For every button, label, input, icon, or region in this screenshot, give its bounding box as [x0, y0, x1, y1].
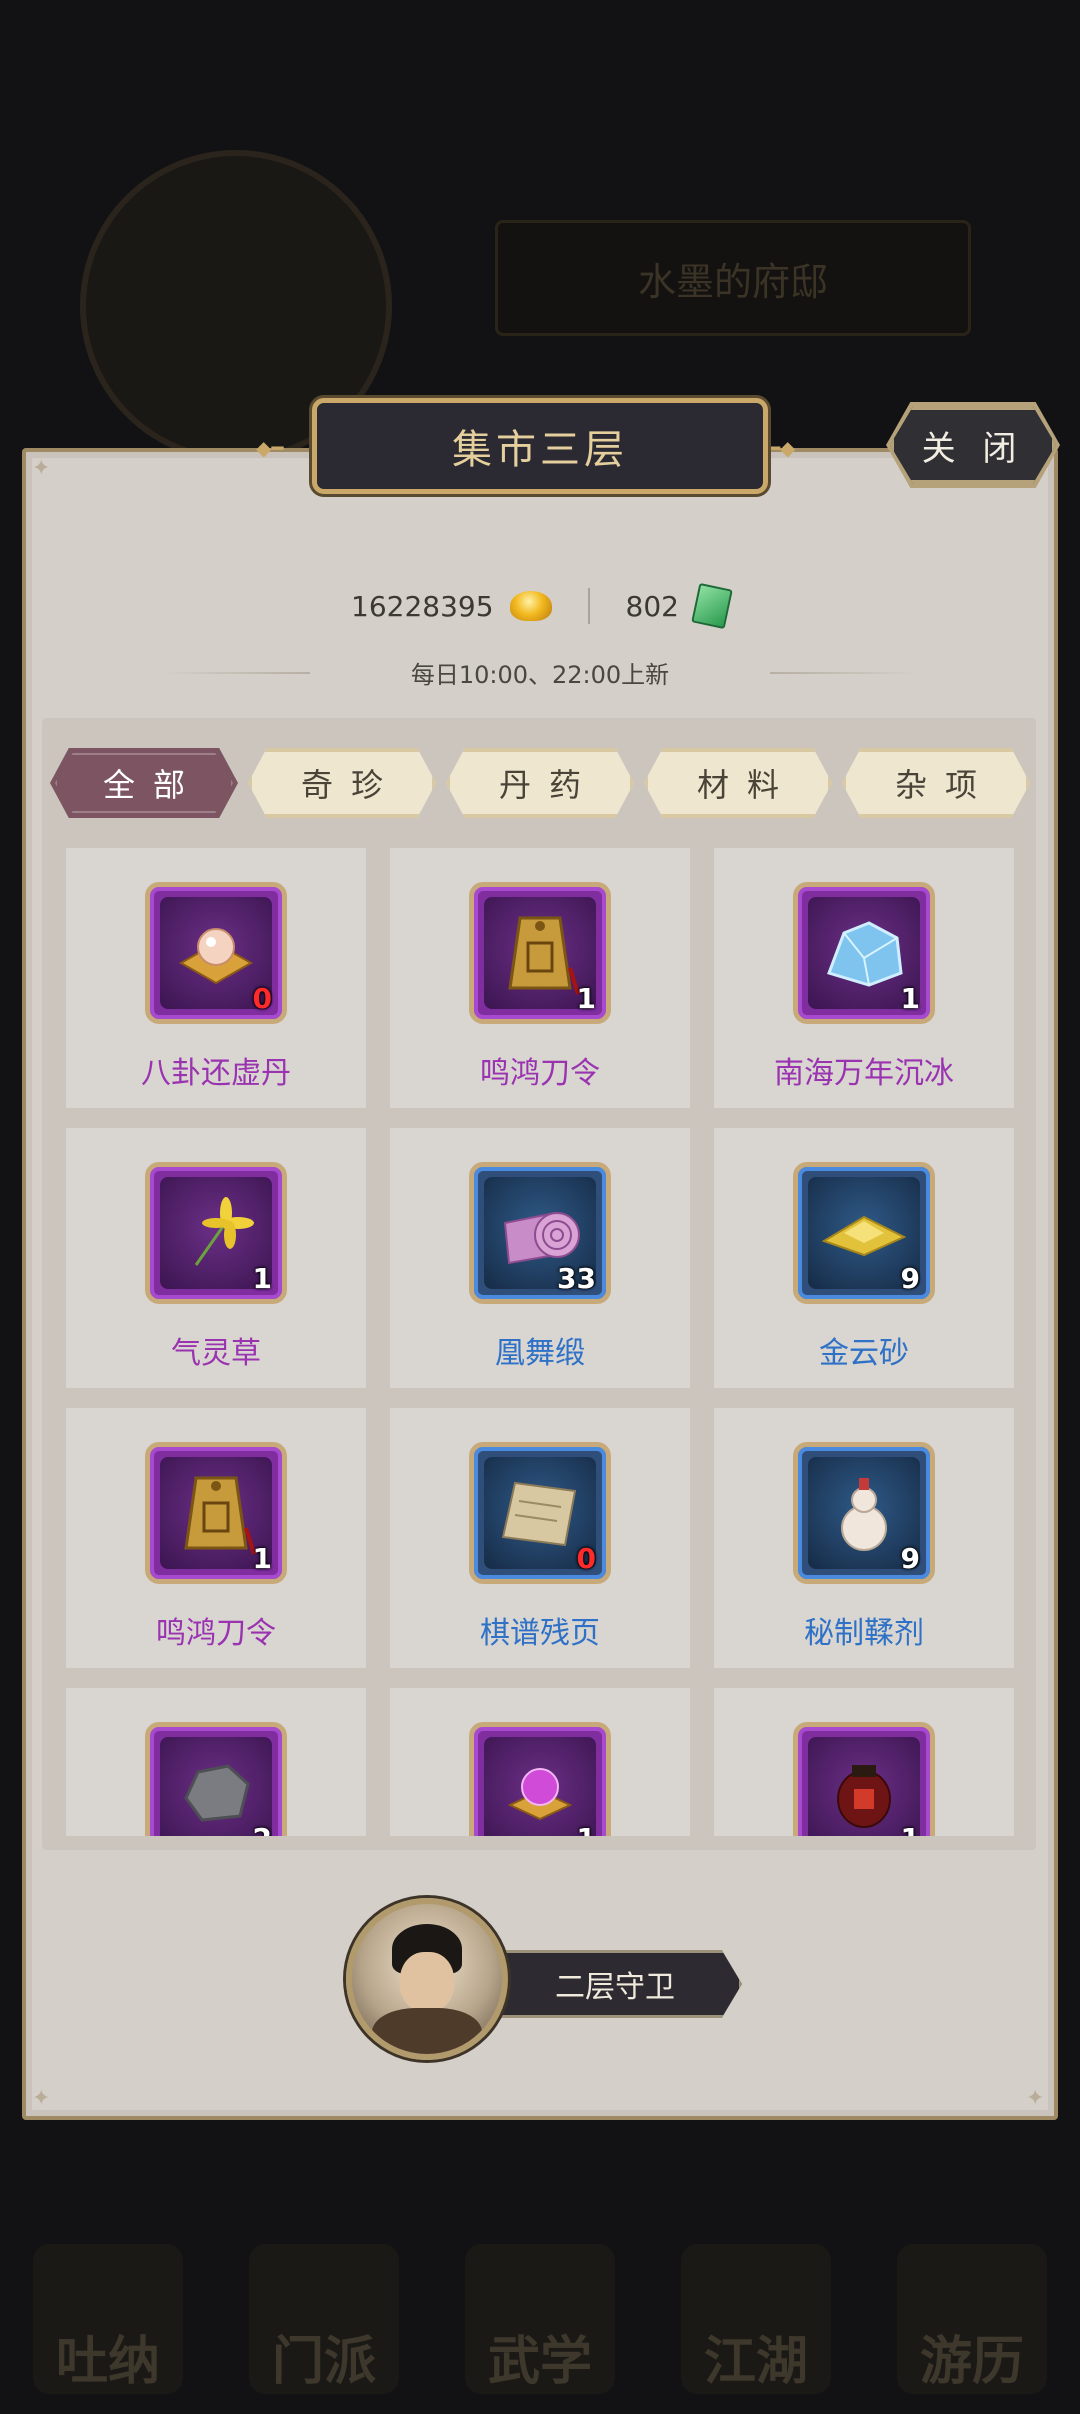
- item-name: 鸣鸿刀令: [156, 1616, 276, 1651]
- avatar-body: [372, 2008, 482, 2054]
- item-card[interactable]: 9 金云砂: [714, 1128, 1014, 1388]
- tab-treasures[interactable]: 奇珍: [248, 748, 436, 818]
- item-card[interactable]: 1 鸣鸿刀令: [66, 1408, 366, 1668]
- close-button[interactable]: 关 闭: [890, 406, 1056, 484]
- item-count: 9: [900, 1262, 920, 1295]
- nav-item-tuna: 吐纳: [33, 2244, 183, 2394]
- item-card[interactable]: 33 凰舞缎: [390, 1128, 690, 1388]
- item-name: 棋谱残页: [480, 1616, 600, 1651]
- tab-label: 杂项: [894, 766, 995, 804]
- item-name: 秘制鞣剂: [804, 1616, 924, 1651]
- tab-all[interactable]: 全部: [50, 748, 238, 818]
- currency-bar: 16228395 802: [0, 578, 1080, 634]
- item-card[interactable]: 1: [390, 1688, 690, 1836]
- item-card[interactable]: 1 气灵草: [66, 1128, 366, 1388]
- item-frame: 1: [793, 882, 935, 1024]
- item-count: 1: [576, 982, 596, 1015]
- item-card[interactable]: 1 南海万年沉冰: [714, 848, 1014, 1108]
- item-frame: 33: [469, 1162, 611, 1304]
- item-count: 1: [252, 1542, 272, 1575]
- item-count: 1: [901, 1822, 920, 1836]
- item-count: 1: [577, 1822, 596, 1836]
- item-frame: 1: [469, 1722, 611, 1836]
- item-frame: 0: [145, 882, 287, 1024]
- item-count: 33: [557, 1262, 596, 1295]
- nav-item-jianghu: 江湖: [681, 2244, 831, 2394]
- tab-label: 丹药: [498, 766, 599, 804]
- item-name: 鸣鸿刀令: [480, 1056, 600, 1091]
- nav-item-youli: 游历: [897, 2244, 1047, 2394]
- currency-divider: [587, 588, 590, 624]
- item-frame: 2: [145, 1722, 287, 1836]
- item-count: 9: [900, 1542, 920, 1575]
- refresh-schedule: 每日10:00、22:00上新: [410, 660, 670, 689]
- item-name: 南海万年沉冰: [774, 1056, 954, 1091]
- corner-ornament: ✦: [32, 2086, 51, 2111]
- item-card[interactable]: 1 鸣鸿刀令: [390, 848, 690, 1108]
- jade-token-icon: [691, 582, 733, 630]
- item-card[interactable]: 2: [66, 1688, 366, 1836]
- item-card[interactable]: 1: [714, 1688, 1014, 1836]
- item-card[interactable]: 9 秘制鞣剂: [714, 1408, 1014, 1668]
- category-tabs: 全部 奇珍 丹药 材料 杂项: [50, 748, 1030, 818]
- item-frame: 1: [145, 1442, 287, 1584]
- nav-item-menpai: 门派: [249, 2244, 399, 2394]
- tab-border: [55, 753, 233, 813]
- tab-misc[interactable]: 杂项: [842, 748, 1030, 818]
- item-count: 1: [252, 1262, 272, 1295]
- item-grid: 0 八卦还虚丹 1 鸣鸿刀令 1 南海万年沉冰 1 气灵草 33 凰舞缎 9 金…: [66, 848, 1014, 1836]
- gold-ingot-icon: [509, 591, 552, 621]
- tab-materials[interactable]: 材料: [644, 748, 832, 818]
- item-count: 2: [253, 1822, 272, 1836]
- item-name: 凰舞缎: [495, 1336, 585, 1371]
- gold-amount: 16228395: [351, 589, 494, 623]
- title-wing-right: ━◆: [768, 436, 796, 460]
- item-name: 气灵草: [171, 1336, 261, 1371]
- item-frame: 9: [793, 1162, 935, 1304]
- corner-ornament: ✦: [32, 456, 51, 481]
- tab-pills[interactable]: 丹药: [446, 748, 634, 818]
- item-frame: 1: [793, 1722, 935, 1836]
- item-count: 0: [252, 982, 272, 1015]
- nav-item-wuxue: 武学: [465, 2244, 615, 2394]
- item-name: 八卦还虚丹: [141, 1056, 291, 1091]
- guard-label-button[interactable]: 二层守卫: [488, 1950, 742, 2018]
- item-frame: 9: [793, 1442, 935, 1584]
- title-wing-left: ◆━: [256, 436, 284, 460]
- guard-label: 二层守卫: [555, 1970, 675, 2005]
- tab-label: 奇珍: [300, 766, 401, 804]
- panel-title: 集市三层: [312, 398, 768, 494]
- tab-label: 材料: [696, 766, 797, 804]
- item-card[interactable]: 0 八卦还虚丹: [66, 848, 366, 1108]
- background-residence-name: 水墨的府邸: [495, 220, 971, 336]
- corner-ornament: ✦: [1026, 2086, 1045, 2111]
- item-count: 0: [576, 1542, 596, 1575]
- guard-avatar[interactable]: [346, 1898, 508, 2060]
- bottom-nav: 吐纳 门派 武学 江湖 游历: [0, 2120, 1080, 2414]
- item-frame: 1: [145, 1162, 287, 1304]
- item-name: 金云砂: [819, 1336, 909, 1371]
- jade-amount: 802: [625, 589, 679, 623]
- avatar-face: [400, 1952, 454, 2012]
- item-frame: 0: [469, 1442, 611, 1584]
- item-frame: 1: [469, 882, 611, 1024]
- item-count: 1: [900, 982, 920, 1015]
- item-card[interactable]: 0 棋谱残页: [390, 1408, 690, 1668]
